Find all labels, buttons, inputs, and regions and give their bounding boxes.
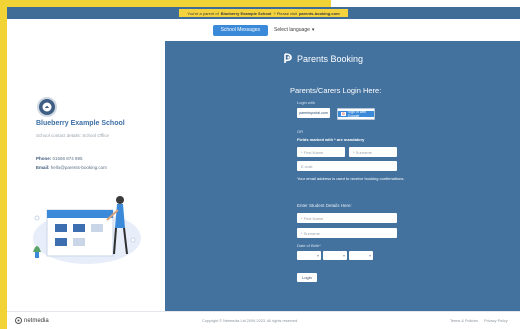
parents-booking-logo-icon [284, 53, 292, 63]
footer-links: Terms & Policies Privacy Policy [450, 319, 508, 323]
frame-accent-left [0, 0, 7, 329]
login-button[interactable]: Login [297, 273, 317, 282]
page: You're a parent of Blueberry Example Sch… [7, 7, 520, 329]
login-with-label: Login with [297, 100, 316, 105]
login-panel: Parents Booking Parents/Carers Login Her… [165, 41, 520, 311]
footer-copyright: Copyright © Netmedia Ltd 2009-2023. All … [202, 319, 299, 323]
frame-accent-top [0, 0, 331, 7]
surname-field[interactable]: * Surname [349, 147, 397, 157]
netmedia-logo-text: netmedia [24, 317, 49, 324]
email-value[interactable]: hello@parents-booking.com [51, 165, 107, 170]
chevron-down-icon: ▾ [368, 253, 371, 258]
dob-day-select[interactable]: ▾ [297, 251, 321, 260]
school-phone: Phone: 01566 874 895 [36, 156, 83, 161]
required-fields-note: Fields marked with * are mandatory [297, 137, 365, 142]
google-login-button[interactable]: G Sign in with Google [337, 108, 375, 120]
chevron-down-icon: ▾ [311, 27, 315, 33]
login-title: Parents/Carers Login Here: [290, 86, 382, 95]
language-select-label: Select language [274, 27, 310, 33]
date-of-birth-label: Date of Birth* [297, 243, 321, 248]
phone-value[interactable]: 01566 874 895 [53, 156, 83, 161]
brand-name: Parents Booking [297, 53, 364, 64]
netmedia-logo-icon [15, 317, 22, 324]
first-name-field[interactable]: * First Name [297, 147, 345, 157]
banner-middle: ? Please visit [273, 10, 297, 16]
school-info-panel: Blueberry Example School School contact … [7, 41, 165, 311]
language-select[interactable]: Select language ▾ [274, 27, 314, 33]
navbar: School Messages Select language ▾ [7, 19, 520, 41]
chevron-down-icon: ▾ [316, 253, 319, 258]
phone-label: Phone: [36, 156, 52, 161]
terms-link[interactable]: Terms & Policies [450, 319, 478, 323]
parentsportal-button-label: parentsportal.com [299, 111, 328, 115]
email-field[interactable]: E-mail [297, 161, 397, 171]
student-surname-field[interactable]: * Surname [297, 228, 397, 238]
banner-school: Blueberry Example School [220, 10, 272, 16]
dob-year-select[interactable]: ▾ [349, 251, 373, 260]
school-contact-details: School contact details: School Office [36, 133, 109, 138]
school-name: Blueberry Example School [36, 120, 125, 127]
student-first-name-field[interactable]: * First Name [297, 213, 397, 223]
school-email: Email: hello@parents-booking.com [36, 165, 107, 170]
google-icon: G [341, 112, 346, 116]
parentsportal-login-button[interactable]: parentsportal.com [297, 108, 330, 118]
chevron-down-icon: ▾ [342, 253, 345, 258]
or-divider: OR [297, 129, 303, 134]
brand: Parents Booking [283, 53, 363, 64]
top-banner-bar: You're a parent of Blueberry Example Sch… [7, 7, 520, 19]
school-crest-icon [37, 97, 57, 117]
email-usage-note: Your email address is used to receive bo… [297, 176, 405, 181]
student-details-heading: Enter Student Details Here: [297, 203, 352, 208]
calendar-illustration [33, 196, 141, 264]
netmedia-logo[interactable]: netmedia [15, 317, 49, 324]
banner-link[interactable]: parents-booking.com [299, 11, 340, 16]
footer: netmedia Copyright © Netmedia Ltd 2009-2… [7, 311, 520, 329]
privacy-link[interactable]: Privacy Policy [484, 319, 508, 323]
school-messages-button[interactable]: School Messages [212, 24, 269, 36]
banner-prefix: You're a parent of [187, 10, 219, 16]
parent-notice-banner: You're a parent of Blueberry Example Sch… [179, 9, 348, 17]
email-label: Email: [36, 165, 50, 170]
dob-month-select[interactable]: ▾ [323, 251, 347, 260]
google-button-label: Sign in with Google [347, 110, 367, 118]
google-button-inner: G Sign in with Google [338, 110, 374, 118]
